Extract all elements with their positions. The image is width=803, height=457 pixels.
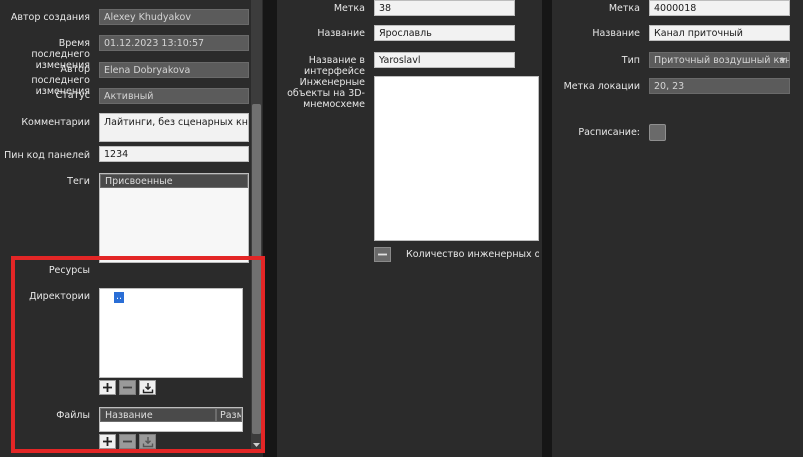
mid-tag-field[interactable]: 38 <box>374 0 515 16</box>
right-name-label: Название <box>592 28 640 39</box>
tags-label: Теги <box>67 176 90 187</box>
right-type-label: Тип <box>621 55 640 66</box>
tags-header[interactable]: Присвоенные <box>100 174 248 188</box>
modified-time-label-line1: Время последнего <box>31 38 90 60</box>
author-label: Автор создания <box>10 12 90 23</box>
panel-gap-2 <box>542 0 552 457</box>
mid-ui-name-label-line2: интерфейсе <box>303 66 365 77</box>
right-type-select[interactable]: Приточный воздушный кана <box>649 52 790 68</box>
right-location-label: Метка локации <box>563 81 640 92</box>
mid-name-field[interactable]: Ярославль <box>374 25 515 41</box>
modified-by-label-line1: Автор последнего <box>31 64 90 86</box>
mid-eng-objects-list[interactable] <box>374 76 539 241</box>
mid-eng-label-line3: мнемосхеме <box>303 99 365 110</box>
minus-icon <box>378 253 387 256</box>
right-panel <box>552 0 803 457</box>
modified-by-field[interactable]: Elena Dobryakova <box>99 62 249 78</box>
highlight-frame <box>11 256 265 453</box>
pin-field[interactable]: 1234 <box>99 146 249 162</box>
mid-ui-name-label: Название в интерфейсе <box>280 55 365 77</box>
mid-eng-label-line1: Инженерные <box>299 77 365 88</box>
pin-label: Пин код панелей <box>4 150 90 161</box>
status-label: Статус <box>55 90 90 101</box>
mid-eng-label-line2: объекты на 3D- <box>287 88 365 99</box>
mid-eng-count-label: Количество инженерных объек <box>406 249 539 260</box>
right-tag-field[interactable]: 4000018 <box>649 0 790 16</box>
right-schedule-label: Расписание: <box>578 127 640 138</box>
comments-textarea[interactable]: Лайтинги, без сценарных кнопок <box>99 113 249 142</box>
chevron-down-icon[interactable] <box>778 56 787 64</box>
right-tag-label: Метка <box>608 3 640 14</box>
mid-ui-name-field[interactable]: Yaroslavl <box>374 52 515 68</box>
modified-time-field[interactable]: 01.12.2023 13:10:57 <box>99 35 249 51</box>
right-schedule-checkbox[interactable] <box>649 124 666 141</box>
right-name-field[interactable]: Канал приточный <box>649 25 790 41</box>
mid-name-label: Название <box>317 28 365 39</box>
mid-tag-label: Метка <box>333 3 365 14</box>
right-location-field[interactable]: 20, 23 <box>649 78 790 94</box>
panel-gap-1 <box>263 0 277 457</box>
mid-remove-eng-object-button[interactable] <box>374 247 391 262</box>
mid-eng-objects-label: Инженерные объекты на 3D- мнемосхеме <box>280 77 365 110</box>
comments-label: Комментарии <box>21 117 90 128</box>
status-field[interactable]: Активный <box>99 88 249 104</box>
author-field[interactable]: Alexey Khudyakov <box>99 9 249 25</box>
mid-ui-name-label-line1: Название в <box>308 55 365 66</box>
